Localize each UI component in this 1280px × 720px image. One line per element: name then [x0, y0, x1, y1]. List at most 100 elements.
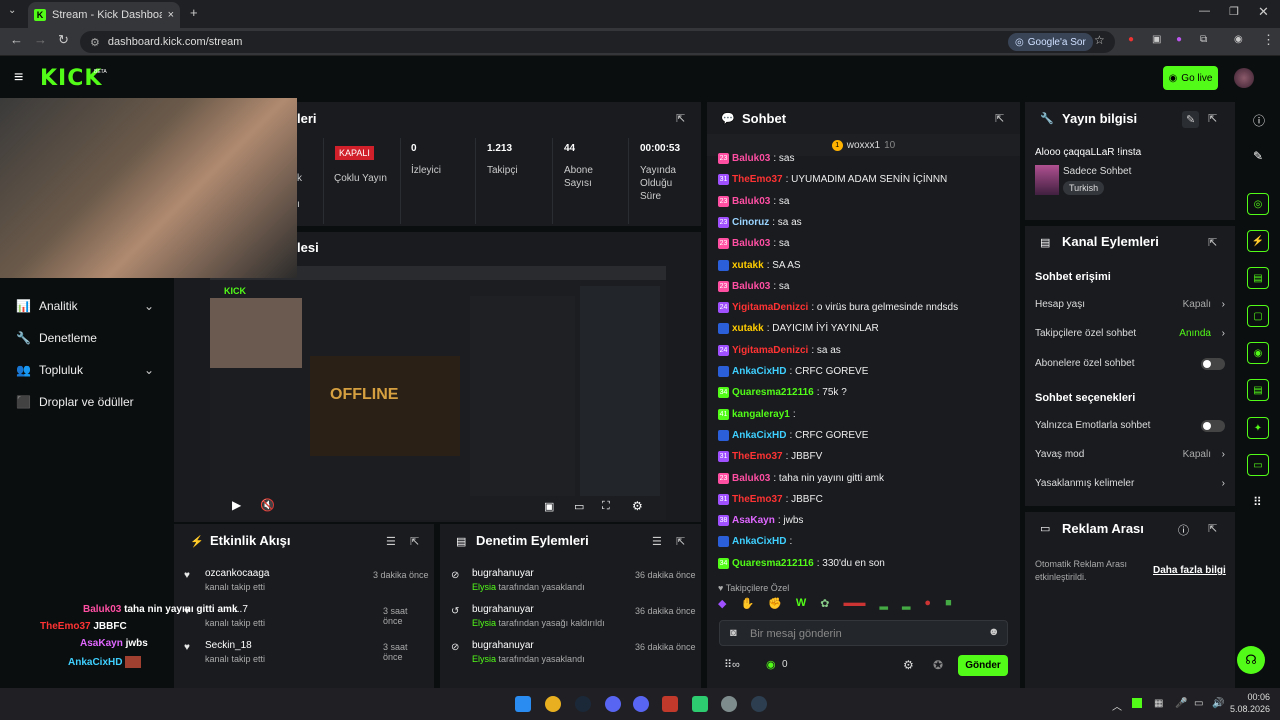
sidebar-item-analytics[interactable]: 📊 Analitik ⌄ [16, 299, 166, 313]
activity-user[interactable]: Seckin_18 [205, 640, 252, 651]
filter-icon[interactable]: ☰ [386, 535, 396, 548]
chat-username[interactable]: kangaleray1 [732, 409, 790, 420]
support-headset-icon[interactable]: ☊ [1237, 646, 1265, 674]
browser-tab[interactable]: K Stream - Kick Dashboard × [28, 2, 180, 28]
moderation-user[interactable]: bugrahanuyar [472, 640, 534, 651]
discord-icon[interactable] [633, 696, 649, 712]
popout-icon[interactable]: ⇱ [410, 535, 419, 548]
discord-icon[interactable] [605, 696, 621, 712]
chat-username[interactable]: Baluk03 [732, 196, 770, 207]
minimize-icon[interactable]: — [1199, 5, 1210, 17]
windows-start-icon[interactable] [515, 696, 531, 712]
site-info-icon[interactable]: ⚙ [90, 36, 100, 49]
target-icon[interactable]: ◎ [1247, 193, 1269, 215]
extension-icon[interactable]: ▣ [1152, 34, 1161, 45]
emote-icon[interactable]: ✿ [820, 597, 829, 613]
info-icon[interactable]: ⓘ [1178, 522, 1189, 538]
emote-icon[interactable]: ● [924, 597, 931, 613]
document-icon[interactable]: ▤ [1247, 267, 1269, 289]
extensions-puzzle-icon[interactable]: ⧉ [1200, 34, 1207, 45]
tray-chevron-icon[interactable]: ︿ [1112, 698, 1122, 713]
emote-icon[interactable]: ▂ [902, 597, 910, 613]
lightning-icon[interactable]: ⚡ [1247, 230, 1269, 252]
chat-username[interactable]: AsaKayn [732, 515, 775, 526]
edit-pencil-icon[interactable]: ✎ [1182, 111, 1200, 128]
filter-icon[interactable]: ☰ [652, 535, 662, 548]
chat-username[interactable]: Baluk03 [732, 153, 770, 164]
moderation-user[interactable]: bugrahanuyar [472, 604, 534, 615]
app-icon[interactable] [662, 696, 678, 712]
app-icon[interactable] [751, 696, 767, 712]
broadcast-icon[interactable]: ◉ [1247, 342, 1269, 364]
chat-username[interactable]: Baluk03 [732, 238, 770, 249]
network-icon[interactable]: ▭ [1194, 698, 1203, 709]
extension-icon[interactable]: ● [1128, 34, 1134, 45]
emote-only-toggle[interactable] [1201, 420, 1225, 432]
xbox-icon[interactable] [692, 696, 708, 712]
tray-app-icon[interactable] [1132, 698, 1142, 708]
extension-icon[interactable]: ● [1176, 34, 1182, 45]
popout-icon[interactable]: ⇱ [676, 535, 685, 548]
hamburger-menu-icon[interactable]: ≡ [14, 69, 23, 87]
play-icon[interactable]: ▶ [232, 498, 241, 512]
chat-username[interactable]: Baluk03 [732, 473, 770, 484]
send-button[interactable]: Gönder [958, 655, 1008, 676]
chat-username[interactable]: Baluk03 [732, 281, 770, 292]
popout-icon[interactable]: ⇱ [1208, 236, 1217, 249]
chat-username[interactable]: TheEmo37 [732, 494, 783, 505]
fullscreen-icon[interactable]: ⛶ [602, 500, 610, 513]
sidebar-item-drops[interactable]: ⬛ Droplar ve ödüller [16, 395, 134, 409]
settings-gear-icon[interactable]: ⚙ [632, 499, 643, 513]
channel-icon[interactable]: ▤ [1247, 379, 1269, 401]
activity-user[interactable]: ozcankocaaga [205, 568, 270, 579]
volume-icon[interactable]: 🔊 [1212, 698, 1224, 709]
reload-icon[interactable]: ↻ [58, 32, 69, 48]
slow-mode-setting[interactable]: Yavaş mod Kapalı › [1035, 449, 1225, 463]
moderation-actor[interactable]: Elysia [472, 618, 496, 628]
community-icon[interactable]: ⠿ [1253, 495, 1262, 509]
emote-icon[interactable]: ✋ [740, 597, 754, 613]
popout-icon[interactable]: ⇱ [995, 112, 1004, 125]
chat-username[interactable]: AnkaCixHD [732, 366, 786, 377]
microphone-icon[interactable]: 🎤 [1175, 698, 1187, 709]
steam-icon[interactable] [575, 696, 591, 712]
tab-close-icon[interactable]: × [168, 9, 174, 21]
google-ask-button[interactable]: ◎ Google'a Sor [1008, 33, 1093, 51]
mod-tools-icon[interactable]: ✪ [933, 658, 943, 672]
profile-icon[interactable]: ◉ [1234, 34, 1243, 45]
viewer-list-icon[interactable]: ⠿∞ [724, 658, 740, 671]
chat-username[interactable]: xutakk [732, 323, 764, 334]
chat-username[interactable]: YigitamaDenizci [732, 302, 808, 313]
browser-menu-icon[interactable]: ⋮ [1262, 32, 1275, 48]
bookmark-star-icon[interactable]: ☆ [1094, 33, 1105, 47]
pip-icon[interactable]: ▣ [544, 500, 554, 513]
popout-icon[interactable]: ⇱ [1208, 522, 1217, 535]
chat-username[interactable]: Quaresma212116 [732, 558, 814, 569]
moderation-actor[interactable]: Elysia [472, 582, 496, 592]
chat-input[interactable]: ◙ Bir mesaj gönderin ☻ [719, 620, 1008, 646]
subs-chat-toggle[interactable] [1201, 358, 1225, 370]
chat-settings-icon[interactable]: ⚙ [903, 658, 914, 672]
account-age-setting[interactable]: Hesap yaşı Kapalı › [1035, 299, 1225, 313]
chat-username[interactable]: Cinoruz [732, 217, 769, 228]
followers-chat-setting[interactable]: Takipçilere özel sohbet Anında › [1035, 328, 1225, 342]
emoji-picker-icon[interactable]: ☻ [988, 626, 1000, 638]
ad-window-icon[interactable]: ▭ [1247, 454, 1269, 476]
back-icon[interactable]: ← [10, 32, 23, 47]
chat-bubble-icon[interactable]: ▢ [1247, 305, 1269, 327]
emote-icon[interactable]: ✊ [768, 597, 782, 613]
settings-gear-icon[interactable] [721, 696, 737, 712]
chat-username[interactable]: AnkaCixHD [732, 430, 786, 441]
tab-list-icon[interactable]: ⌄ [8, 5, 16, 16]
maximize-icon[interactable]: ❐ [1229, 5, 1239, 18]
chat-username[interactable]: AnkaCixHD [732, 536, 786, 547]
window-close-icon[interactable]: ✕ [1258, 4, 1269, 20]
theater-icon[interactable]: ▭ [574, 500, 584, 513]
learn-more-link[interactable]: Daha fazla bilgi [1153, 565, 1226, 576]
emote-icon[interactable]: ■ [945, 597, 952, 613]
popout-icon[interactable]: ⇱ [1208, 112, 1217, 125]
sidebar-item-moderation[interactable]: 🔧 Denetleme [16, 331, 97, 345]
emote-icon[interactable]: ▬▬ [843, 597, 865, 613]
go-live-button[interactable]: ◉ Go live [1163, 66, 1218, 90]
emote-icon[interactable]: ◆ [718, 597, 726, 613]
